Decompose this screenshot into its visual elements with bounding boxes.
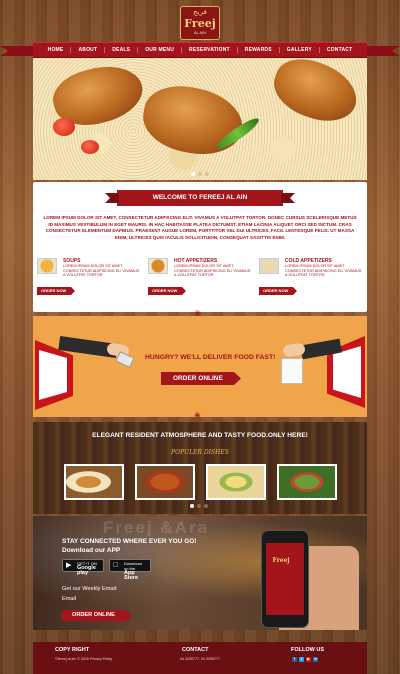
popular-dishes-section: ELEGANT RESIDENT ATMOSPHERE AND TASTY FO… <box>33 422 367 514</box>
footer-copyright-text[interactable]: ©fereej al ain © 2016 Privacy Policy <box>55 657 112 661</box>
nav-contact[interactable]: CONTACT <box>320 47 359 53</box>
popular-title: ELEGANT RESIDENT ATMOSPHERE AND TASTY FO… <box>92 432 308 439</box>
dish-image[interactable] <box>135 464 195 500</box>
slider-dot[interactable] <box>198 172 202 176</box>
delivery-headline: HUNGRY? WE'LL DELIVER FOOD FAST! <box>145 354 276 361</box>
twitter-icon[interactable]: t <box>299 657 304 662</box>
footer: COPY RIGHT ©fereej al ain © 2016 Privacy… <box>33 642 367 674</box>
logo-name: Freej <box>184 17 216 30</box>
nav-rewards[interactable]: REWARDS <box>238 47 280 53</box>
logo[interactable]: فريج Freej AL AIN <box>180 6 220 40</box>
nav-about[interactable]: ABOUT <box>71 47 106 53</box>
app-stay-connected: STAY CONNECTED WHERE EVER YOU GO! <box>62 538 197 545</box>
nav-deals[interactable]: DEALS <box>105 47 139 53</box>
order-now-button[interactable]: ORDER NOW <box>259 287 297 295</box>
google-play-button[interactable]: ▶ GET IT ON Google play <box>62 559 104 576</box>
order-now-button[interactable]: ORDER NOW <box>37 287 75 295</box>
welcome-section: WELCOME TO FEREEJ AL AIN LOREM IPSUM DOL… <box>33 182 367 312</box>
main-nav: HOME ABOUT DEALS OUR MENU RESERVATIONT R… <box>33 42 367 58</box>
credit-card-icon <box>115 351 135 368</box>
cold-appetizers-thumbnail[interactable] <box>259 258 279 274</box>
slider-dot[interactable] <box>190 504 194 508</box>
footer-copyright-title: COPY RIGHT <box>55 647 90 653</box>
hero-slider[interactable] <box>33 58 367 180</box>
facebook-icon[interactable]: f <box>292 657 297 662</box>
category-cold-appetizers: COLD APPETIZERS LOREM IPSUM DOLOR SIT AM… <box>259 258 363 298</box>
category-desc: LOREM IPSUM DOLOR SIT AMET CONSECTETUR A… <box>285 264 362 278</box>
page: فريج Freej AL AIN HOME ABOUT DEALS OUR M… <box>0 0 367 674</box>
ribbon-bow-icon: ❀ <box>194 411 201 420</box>
phone-mockup: Freej <box>261 530 309 628</box>
delivery-banner: HUNGRY? WE'LL DELIVER FOOD FAST! ORDER O… <box>33 316 367 417</box>
footer-contact-text: 04 3255777, 04 3255777 <box>180 657 220 661</box>
app-store-button[interactable]:  Download on the App Store <box>109 559 151 581</box>
app-download-label: Download our APP <box>62 547 121 554</box>
app-promo-section: Freej &Ara STAY CONNECTED WHERE EVER YOU… <box>33 516 367 630</box>
google-play-label: Google play <box>77 565 96 576</box>
nav-our-menu[interactable]: OUR MENU <box>138 47 183 53</box>
soups-thumbnail[interactable] <box>37 258 57 274</box>
email-field[interactable]: Email <box>62 596 76 602</box>
app-store-label: App Store <box>124 570 139 581</box>
linkedin-icon[interactable]: in <box>313 657 318 662</box>
category-desc: LOREM IPSUM DOLOR SIT AMET CONSECTETUR A… <box>174 264 251 278</box>
youtube-icon[interactable]: ▶ <box>306 657 311 662</box>
category-soups: SOUPS LOREM IPSUM DOLOR SIT AMET CONSECT… <box>37 258 141 298</box>
menu-categories: SOUPS LOREM IPSUM DOLOR SIT AMET CONSECT… <box>37 258 363 298</box>
order-now-button[interactable]: ORDER NOW <box>148 287 186 295</box>
shopping-bag-icon <box>281 358 303 384</box>
slider-dot[interactable] <box>205 172 209 176</box>
dish-image[interactable] <box>64 464 124 500</box>
hot-appetizers-thumbnail[interactable] <box>148 258 168 274</box>
dish-image[interactable] <box>277 464 337 500</box>
phone-screen <box>266 543 304 615</box>
category-hot-appetizers: HOT APPETIZERS LOREM IPSUM DOLOR SIT AME… <box>148 258 252 298</box>
welcome-text: LOREM IPSUM DOLOR SIT AMET, CONSECTETUR … <box>43 215 357 240</box>
popular-subtitle: POPULER DISHES <box>171 449 229 456</box>
footer-contact-title: CONTACT <box>182 647 209 653</box>
dish-slider-dots <box>190 504 208 508</box>
order-online-button[interactable]: ORDER ONLINE <box>161 372 241 385</box>
hero-tomato <box>53 118 75 136</box>
social-links: f t ▶ in <box>292 657 318 662</box>
apple-icon:  <box>113 562 118 570</box>
welcome-title: WELCOME TO FEREEJ AL AIN <box>117 190 283 206</box>
slider-dot[interactable] <box>204 504 208 508</box>
slider-dot[interactable] <box>197 504 201 508</box>
app-background-sign: Freej &Ara <box>103 518 209 537</box>
footer-follow-title: FOLLOW US <box>291 647 324 653</box>
slider-dot[interactable] <box>191 172 195 176</box>
nav-gallery[interactable]: GALLERY <box>280 47 320 53</box>
category-desc: LOREM IPSUM DOLOR SIT AMET CONSECTETUR A… <box>63 264 140 278</box>
logo-sub: AL AIN <box>193 30 207 35</box>
weekly-email-label: Get our Weekly Email: <box>62 586 118 592</box>
google-play-icon: ▶ <box>66 562 72 569</box>
hero-tomato <box>81 140 99 154</box>
dish-image[interactable] <box>206 464 266 500</box>
dish-gallery <box>64 464 337 500</box>
hero-slider-dots <box>191 172 209 176</box>
phone-logo: Freej <box>272 557 290 564</box>
nav-home[interactable]: HOME <box>41 47 72 53</box>
order-online-button[interactable]: ORDER ONLINE <box>62 610 132 621</box>
nav-reservation[interactable]: RESERVATIONT <box>182 47 238 53</box>
